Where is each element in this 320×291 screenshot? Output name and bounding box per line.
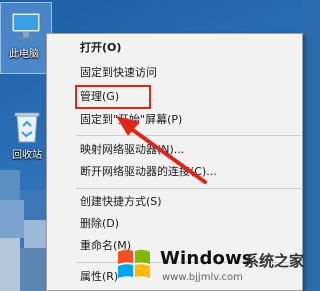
watermark-brand: Windows: [160, 248, 253, 269]
watermark-site-name: 系统之家: [244, 252, 305, 270]
watermark: Windows 系统之家 www.bjjmlv.com: [110, 236, 305, 291]
watermark-url: www.bjjmlv.com: [162, 272, 243, 283]
windows-logo-icon: [118, 249, 150, 278]
